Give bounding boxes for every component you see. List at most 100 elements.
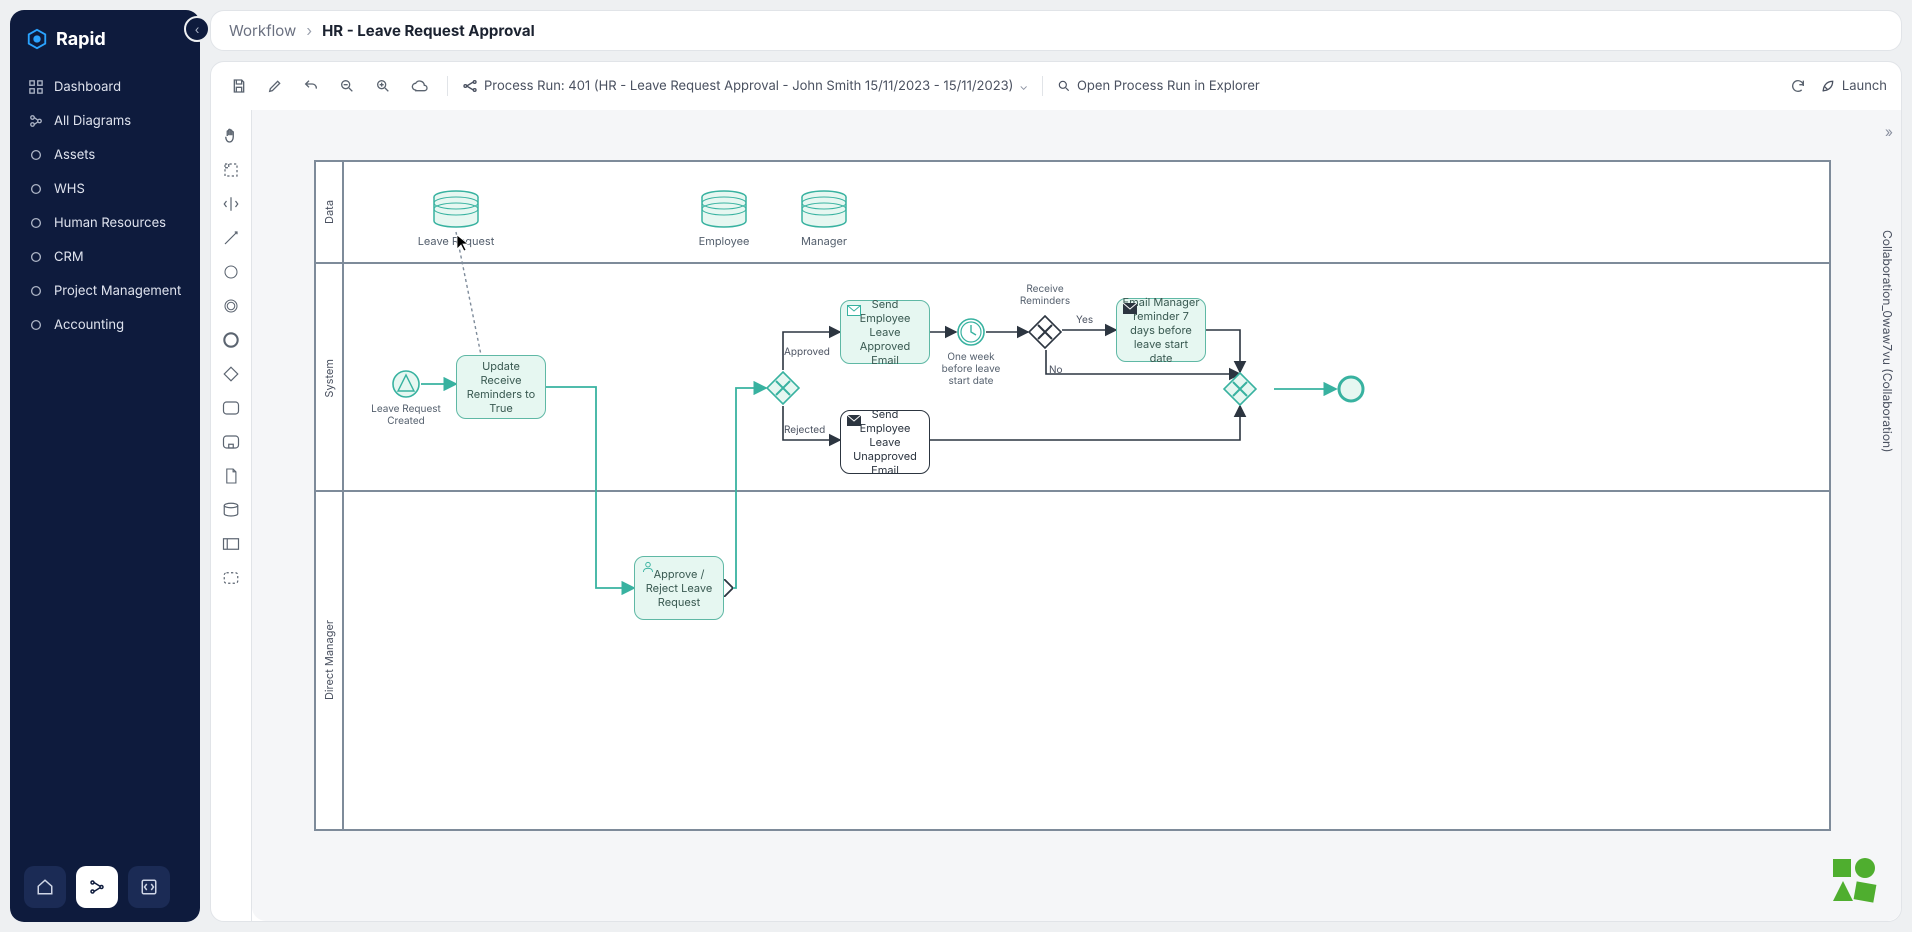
refresh-button[interactable] xyxy=(1784,72,1812,100)
group-tool[interactable] xyxy=(219,566,243,590)
zoom-out-button[interactable] xyxy=(333,72,361,100)
process-run-selector[interactable]: Process Run: 401 (HR - Leave Request App… xyxy=(462,78,1028,94)
breadcrumb-root[interactable]: Workflow xyxy=(229,21,296,40)
lasso-tool[interactable] xyxy=(219,158,243,182)
sidebar-item-whs[interactable]: WHS xyxy=(16,174,194,204)
canvas[interactable]: » Collaboration_0waw7vu (Collaboration) … xyxy=(252,110,1901,921)
end-event[interactable] xyxy=(1336,374,1366,404)
gateway-tool[interactable] xyxy=(219,362,243,386)
zoom-in-button[interactable] xyxy=(369,72,397,100)
flow-label-yes: Yes xyxy=(1076,314,1093,326)
task-reminder-email[interactable]: Email Manager reminder 7 days before lea… xyxy=(1116,298,1206,362)
sidebar-item-label: CRM xyxy=(54,249,84,265)
sidebar-item-label: WHS xyxy=(54,181,85,197)
lane-data[interactable]: Data xyxy=(316,162,1829,262)
pool-tool[interactable] xyxy=(219,532,243,556)
gateway-approval[interactable] xyxy=(766,371,800,405)
right-panel-label[interactable]: Collaboration_0waw7vu (Collaboration) xyxy=(1880,230,1895,453)
open-explorer-link[interactable]: Open Process Run in Explorer xyxy=(1057,78,1260,94)
palette xyxy=(211,110,252,921)
save-button[interactable] xyxy=(225,72,253,100)
cloud-sync-button[interactable] xyxy=(405,72,433,100)
main: Workflow › HR - Leave Request Approval P… xyxy=(210,10,1902,922)
task-approve-reject[interactable]: Approve / Reject Leave Request xyxy=(634,556,724,620)
start-event-tool[interactable] xyxy=(219,260,243,284)
envelope-icon xyxy=(847,305,861,316)
envelope-filled-icon xyxy=(1123,303,1137,314)
data-store-tool[interactable] xyxy=(219,498,243,522)
sidebar-item-human-resources[interactable]: Human Resources xyxy=(16,208,194,238)
workflow-view-button[interactable] xyxy=(76,866,118,908)
gateway-merge[interactable] xyxy=(1223,372,1257,406)
chevron-right-icon: › xyxy=(306,21,312,40)
right-panel-toggle[interactable]: » xyxy=(1885,124,1893,141)
code-view-button[interactable] xyxy=(128,866,170,908)
brand[interactable]: Rapid xyxy=(10,10,200,62)
sidebar-item-label: Project Management xyxy=(54,283,181,299)
lane-direct-manager[interactable]: Direct Manager xyxy=(316,490,1829,829)
task-tool[interactable] xyxy=(219,396,243,420)
page-title: HR - Leave Request Approval xyxy=(322,21,535,40)
bpmn-watermark-icon xyxy=(1831,857,1877,903)
launch-button[interactable]: Launch xyxy=(1820,78,1887,94)
toolbar: Process Run: 401 (HR - Leave Request App… xyxy=(211,62,1901,110)
task-update-reminders[interactable]: Update Receive Reminders to True xyxy=(456,355,546,419)
data-store-leave-request[interactable]: Leave Request xyxy=(432,190,480,230)
sidebar-footer xyxy=(10,852,200,922)
flow-label-rejected: Rejected xyxy=(784,424,825,436)
open-explorer-label: Open Process Run in Explorer xyxy=(1077,78,1260,94)
brand-logo-icon xyxy=(26,28,48,50)
edit-button[interactable] xyxy=(261,72,289,100)
cursor-icon xyxy=(456,234,470,252)
data-object-tool[interactable] xyxy=(219,464,243,488)
sidebar-item-all-diagrams[interactable]: All Diagrams xyxy=(16,106,194,136)
launch-label: Launch xyxy=(1842,78,1887,94)
intermediate-event-tool[interactable] xyxy=(219,294,243,318)
data-store-manager[interactable]: Manager xyxy=(800,190,848,230)
sidebar-item-accounting[interactable]: Accounting xyxy=(16,310,194,340)
sidebar-collapse-button[interactable]: ‹ xyxy=(184,16,210,42)
sidebar-item-assets[interactable]: Assets xyxy=(16,140,194,170)
pool[interactable]: Data System Direct Manager xyxy=(314,160,1831,831)
end-event-tool[interactable] xyxy=(219,328,243,352)
sidebar-item-label: Human Resources xyxy=(54,215,166,231)
envelope-filled-icon xyxy=(847,415,861,426)
chevron-down-icon: ⌄ xyxy=(1019,79,1028,93)
hand-tool[interactable] xyxy=(219,124,243,148)
flow-label-no: No xyxy=(1049,364,1063,376)
start-event[interactable]: Leave Request Created xyxy=(391,369,421,399)
dashboard-icon xyxy=(28,79,44,95)
process-run-label: Process Run: 401 (HR - Leave Request App… xyxy=(484,78,1013,94)
workarea: » Collaboration_0waw7vu (Collaboration) … xyxy=(211,110,1901,921)
data-store-employee[interactable]: Employee xyxy=(700,190,748,230)
connect-tool[interactable] xyxy=(219,226,243,250)
task-send-approved-email[interactable]: Send Employee Leave Approved Email xyxy=(840,300,930,364)
brand-name: Rapid xyxy=(56,29,106,50)
space-tool[interactable] xyxy=(219,192,243,216)
user-task-icon xyxy=(641,561,655,572)
timer-event[interactable]: One week before leave start date xyxy=(956,317,986,347)
sidebar-item-project-management[interactable]: Project Management xyxy=(16,276,194,306)
task-send-unapproved-email[interactable]: Send Employee Leave Unapproved Email xyxy=(840,410,930,474)
lane-label: System xyxy=(322,359,336,398)
rocket-icon xyxy=(1820,78,1836,94)
gateway-label: Receive Reminders xyxy=(1005,283,1085,307)
diagrams-icon xyxy=(28,113,44,129)
task-label: Approve / Reject Leave Request xyxy=(639,567,719,609)
sidebar-item-label: Dashboard xyxy=(54,79,121,95)
sidebar-item-label: Assets xyxy=(54,147,95,163)
gateway-receive-reminders[interactable]: Receive Reminders xyxy=(1028,315,1062,349)
header: Workflow › HR - Leave Request Approval xyxy=(210,10,1902,51)
subprocess-tool[interactable] xyxy=(219,430,243,454)
flow-icon xyxy=(462,78,478,94)
undo-button[interactable] xyxy=(297,72,325,100)
circle-icon xyxy=(28,283,44,299)
sidebar-item-dashboard[interactable]: Dashboard xyxy=(16,72,194,102)
data-store-label: Manager xyxy=(779,234,869,248)
event-label: One week before leave start date xyxy=(931,351,1011,387)
primary-nav: Dashboard All Diagrams Assets WHS Human … xyxy=(10,62,200,350)
sidebar-item-crm[interactable]: CRM xyxy=(16,242,194,272)
editor-panel: Process Run: 401 (HR - Leave Request App… xyxy=(210,61,1902,922)
sidebar-item-label: All Diagrams xyxy=(54,113,131,129)
home-button[interactable] xyxy=(24,866,66,908)
